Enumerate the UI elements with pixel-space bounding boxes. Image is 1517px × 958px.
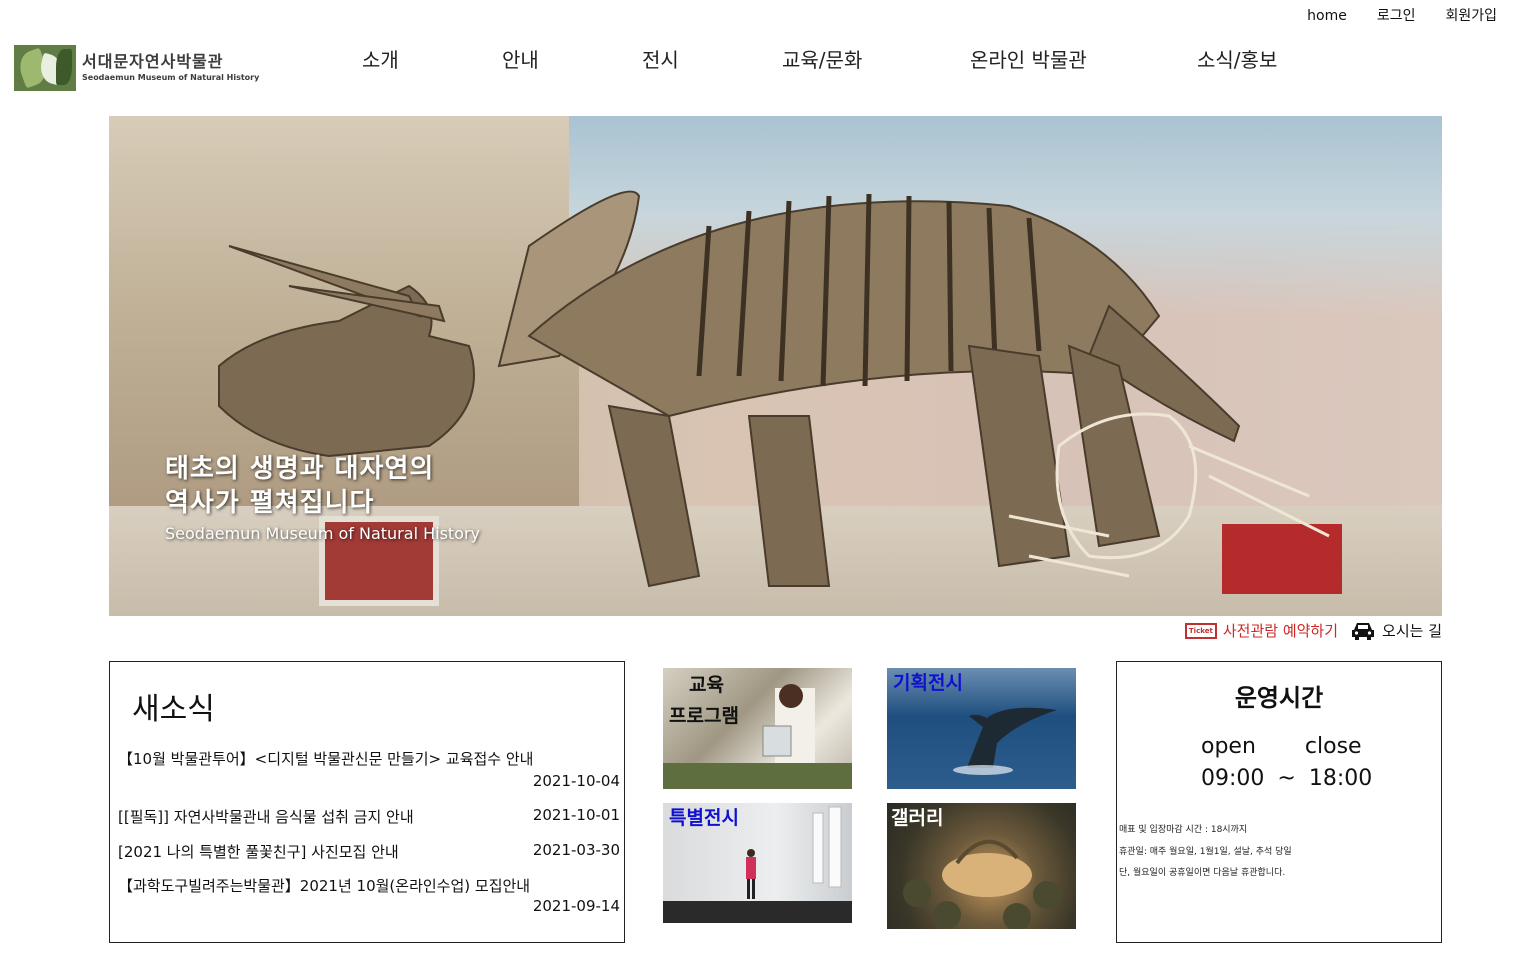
hero-banner: 태초의 생명과 대자연의 역사가 펼쳐집니다 Seodaemun Museum … — [109, 116, 1442, 616]
nav-item-news[interactable]: 소식/홍보 — [1197, 46, 1277, 74]
hero-subtitle: Seodaemun Museum of Natural History — [165, 524, 481, 543]
news-item-title[interactable]: 【과학도구빌려주는박물관】2021년 10월(온라인수업) 모집안내 — [118, 875, 620, 896]
ticket-icon: Ticket — [1184, 622, 1217, 639]
news-title: 새소식 — [132, 692, 215, 727]
hours-labels: open close — [1201, 734, 1362, 759]
tile-gallery[interactable]: 갤러리 — [887, 803, 1076, 929]
open-time: 09:00 — [1201, 766, 1265, 791]
tile-plan-label: 기획전시 — [893, 672, 963, 694]
news-item[interactable]: [[필독]] 자연사박물관내 음식물 섭취 금지 안내 2021-10-01 — [118, 806, 620, 827]
reserve-visit-link[interactable]: 사전관람 예약하기 — [1223, 620, 1338, 641]
open-label: open — [1201, 734, 1256, 759]
news-item[interactable]: 【과학도구빌려주는박물관】2021년 10월(온라인수업) 모집안내 2021-… — [118, 875, 620, 915]
hours-title: 운영시간 — [1234, 684, 1324, 712]
operating-hours-panel: 운영시간 open close 09:00 ~ 18:00 매표 및 입장마감 … — [1116, 661, 1442, 943]
hero-title-line1: 태초의 생명과 대자연의 — [165, 454, 435, 484]
news-item[interactable]: [2021 나의 특별한 풀꽃친구] 사진모집 안내 2021-03-30 — [118, 841, 620, 862]
signup-link[interactable]: 회원가입 — [1445, 6, 1497, 26]
hours-note: 휴관일: 매주 월요일, 1월1일, 설날, 추석 당일 — [1119, 847, 1292, 857]
hero-caption: 태초의 생명과 대자연의 역사가 펼쳐집니다 Seodaemun Museum … — [165, 452, 480, 546]
utility-links: home 로그인 회원가입 — [1277, 6, 1497, 26]
close-label: close — [1304, 734, 1362, 759]
nav-item-exhibition[interactable]: 전시 — [642, 46, 679, 74]
main-nav: 소개 안내 전시 교육/문화 온라인 박물관 소식/홍보 — [0, 46, 1517, 76]
tile-special-label: 특별전시 — [669, 807, 739, 829]
tile-edu-label-line1: 교육 — [689, 674, 724, 696]
tile-special-exhibition[interactable]: 특별전시 — [663, 803, 852, 923]
car-icon — [1352, 622, 1375, 640]
hero-title-line2: 역사가 펼쳐집니다 — [165, 488, 375, 518]
home-link[interactable]: home — [1307, 6, 1347, 26]
news-item-date: 2021-10-04 — [532, 772, 620, 790]
hours-note: 매표 및 입장마감 시간 : 18시까지 — [1119, 825, 1248, 835]
hours-note: 단, 월요일이 공휴일이면 다음날 휴관합니다. — [1119, 868, 1286, 878]
nav-item-about[interactable]: 소개 — [362, 46, 399, 74]
quick-links: Ticket 사전관람 예약하기 오시는 길 — [1184, 620, 1442, 641]
news-item-title[interactable]: 【10월 박물관투어】<디지털 박물관신문 만들기> 교육접수 안내 — [118, 748, 620, 769]
tile-gallery-label: 갤러리 — [891, 807, 944, 829]
nav-item-info[interactable]: 안내 — [502, 46, 539, 74]
news-item-date: 2021-10-01 — [532, 806, 620, 824]
news-item-date: 2021-09-14 — [532, 897, 620, 915]
tile-education-program[interactable]: 교육 프로그램 — [663, 668, 852, 789]
directions-link[interactable]: 오시는 길 — [1382, 620, 1442, 641]
news-item[interactable]: 【10월 박물관투어】<디지털 박물관신문 만들기> 교육접수 안내 2021-… — [118, 748, 620, 790]
nav-item-education[interactable]: 교육/문화 — [782, 46, 862, 74]
time-separator: ~ — [1277, 766, 1296, 791]
news-panel: 새소식 【10월 박물관투어】<디지털 박물관신문 만들기> 교육접수 안내 2… — [109, 661, 625, 943]
login-link[interactable]: 로그인 — [1377, 6, 1416, 26]
news-item-date: 2021-03-30 — [532, 841, 620, 859]
hours-times: 09:00 ~ 18:00 — [1201, 766, 1372, 791]
tile-edu-label-line2: 프로그램 — [669, 705, 739, 727]
close-time: 18:00 — [1308, 766, 1373, 791]
nav-item-online-museum[interactable]: 온라인 박물관 — [970, 46, 1087, 74]
tile-planned-exhibition[interactable]: 기획전시 — [887, 668, 1076, 789]
